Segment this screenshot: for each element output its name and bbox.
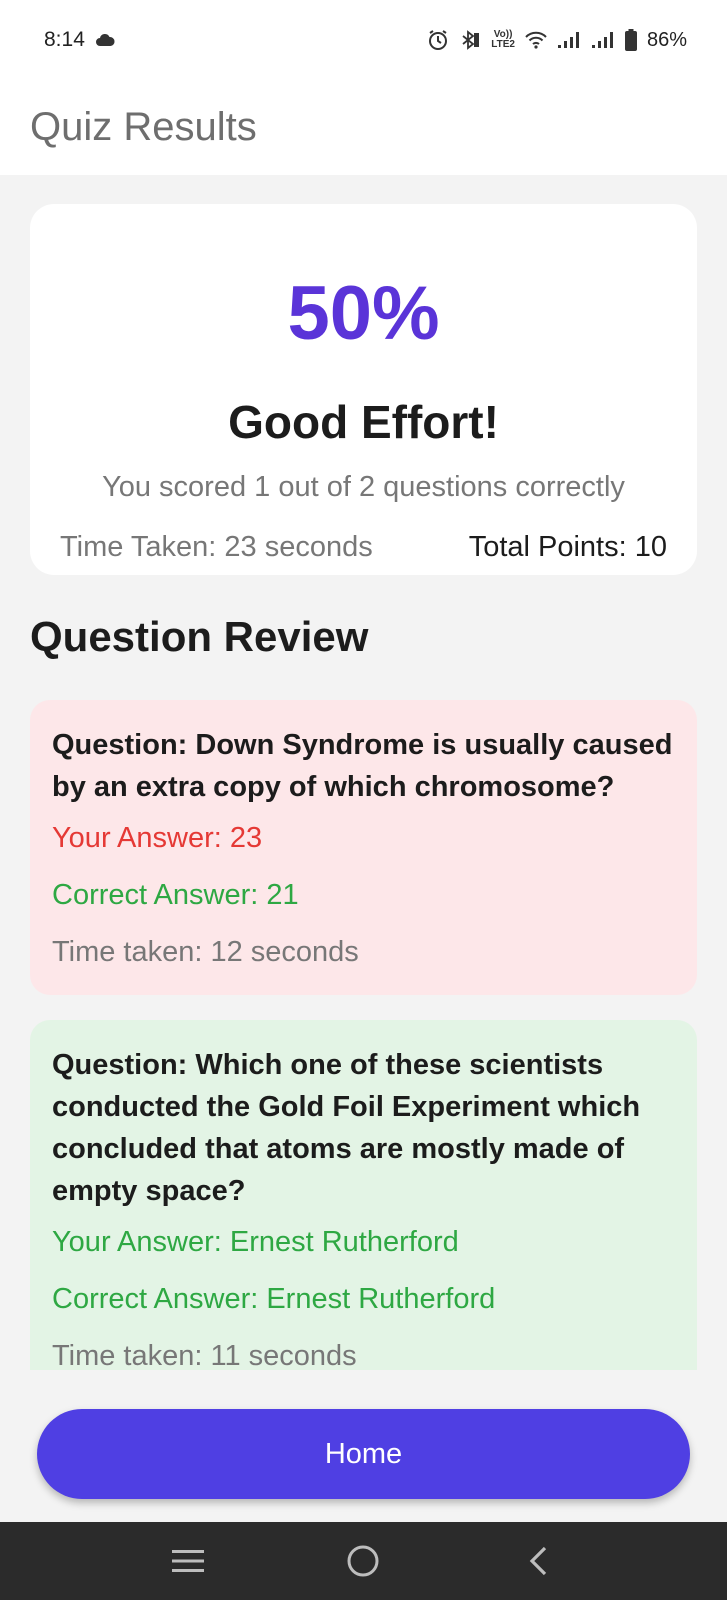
signal-icon bbox=[591, 31, 615, 49]
question-time: Time taken: 11 seconds bbox=[52, 1340, 357, 1370]
results-scroll-area[interactable]: 50% Good Effort! You scored 1 out of 2 q… bbox=[0, 175, 727, 1370]
page-title: Quiz Results bbox=[30, 105, 257, 149]
status-time: 8:14 bbox=[44, 28, 85, 51]
status-right: Vo)) LTE2 86% bbox=[427, 29, 687, 52]
wifi-icon bbox=[525, 31, 547, 49]
correct-answer: Correct Answer: Ernest Rutherford bbox=[52, 1283, 496, 1315]
battery-percentage: 86% bbox=[646, 28, 687, 51]
status-bar: 8:14 Vo)) LTE2 86% bbox=[0, 0, 727, 80]
menu-icon[interactable] bbox=[158, 1531, 218, 1591]
question-time: Time taken: 12 seconds bbox=[52, 936, 359, 968]
app-bar: Quiz Results bbox=[0, 80, 727, 175]
alarm-icon bbox=[427, 29, 449, 51]
question-text: Question: Down Syndrome is usually cause… bbox=[52, 729, 673, 803]
cloud-icon bbox=[95, 33, 115, 47]
question-text: Question: Which one of these scientists … bbox=[52, 1049, 641, 1207]
time-taken: Time Taken: 23 seconds bbox=[60, 531, 373, 563]
footer: Home bbox=[0, 1370, 727, 1522]
volte-icon: Vo)) LTE2 bbox=[491, 30, 515, 50]
question-card-correct: Question: Which one of these scientists … bbox=[30, 1020, 697, 1370]
bluetooth-icon bbox=[459, 29, 481, 51]
score-percentage: 50% bbox=[287, 271, 440, 356]
score-message: Good Effort! bbox=[228, 396, 499, 448]
battery-icon bbox=[624, 29, 637, 51]
question-card-incorrect: Question: Down Syndrome is usually cause… bbox=[30, 700, 697, 995]
back-icon[interactable] bbox=[509, 1531, 569, 1591]
volte-bottom: LTE2 bbox=[491, 39, 515, 50]
home-circle-icon[interactable] bbox=[333, 1531, 393, 1591]
home-button[interactable]: Home bbox=[37, 1409, 690, 1499]
status-left: 8:14 bbox=[44, 28, 115, 52]
total-points: Total Points: 10 bbox=[468, 531, 667, 563]
your-answer: Your Answer: Ernest Rutherford bbox=[52, 1226, 459, 1258]
correct-answer: Correct Answer: 21 bbox=[52, 879, 299, 911]
question-review-heading: Question Review bbox=[30, 613, 369, 660]
score-summary: You scored 1 out of 2 questions correctl… bbox=[102, 471, 625, 503]
signal-icon bbox=[557, 31, 581, 49]
your-answer: Your Answer: 23 bbox=[52, 822, 263, 854]
score-card: 50% Good Effort! You scored 1 out of 2 q… bbox=[30, 204, 697, 575]
system-nav-bar bbox=[0, 1522, 727, 1600]
